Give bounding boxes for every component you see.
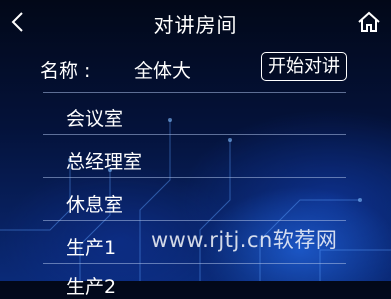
room-name-row: 名称 : 全体大 开始对讲 xyxy=(0,50,391,86)
room-list-item[interactable]: 生产1 xyxy=(66,233,116,260)
divider xyxy=(43,263,346,264)
start-intercom-button[interactable]: 开始对讲 xyxy=(261,52,347,81)
page-title: 对讲房间 xyxy=(153,13,238,37)
room-list-item[interactable]: 休息室 xyxy=(66,190,123,217)
room-list-item[interactable]: 总经理室 xyxy=(66,147,142,174)
watermark-text: www.rjtj.cn软荐网 xyxy=(151,228,338,252)
room-name-value: 全体大 xyxy=(134,60,192,82)
divider xyxy=(43,220,346,221)
room-name-label: 名称 : xyxy=(40,60,91,82)
home-icon[interactable] xyxy=(356,10,382,34)
divider xyxy=(43,92,346,93)
divider xyxy=(43,177,346,178)
divider xyxy=(43,134,346,135)
room-list-item[interactable]: 会议室 xyxy=(66,104,123,131)
room-list-item[interactable]: 生产2 xyxy=(66,272,116,299)
top-bar: 对讲房间 xyxy=(0,0,391,44)
